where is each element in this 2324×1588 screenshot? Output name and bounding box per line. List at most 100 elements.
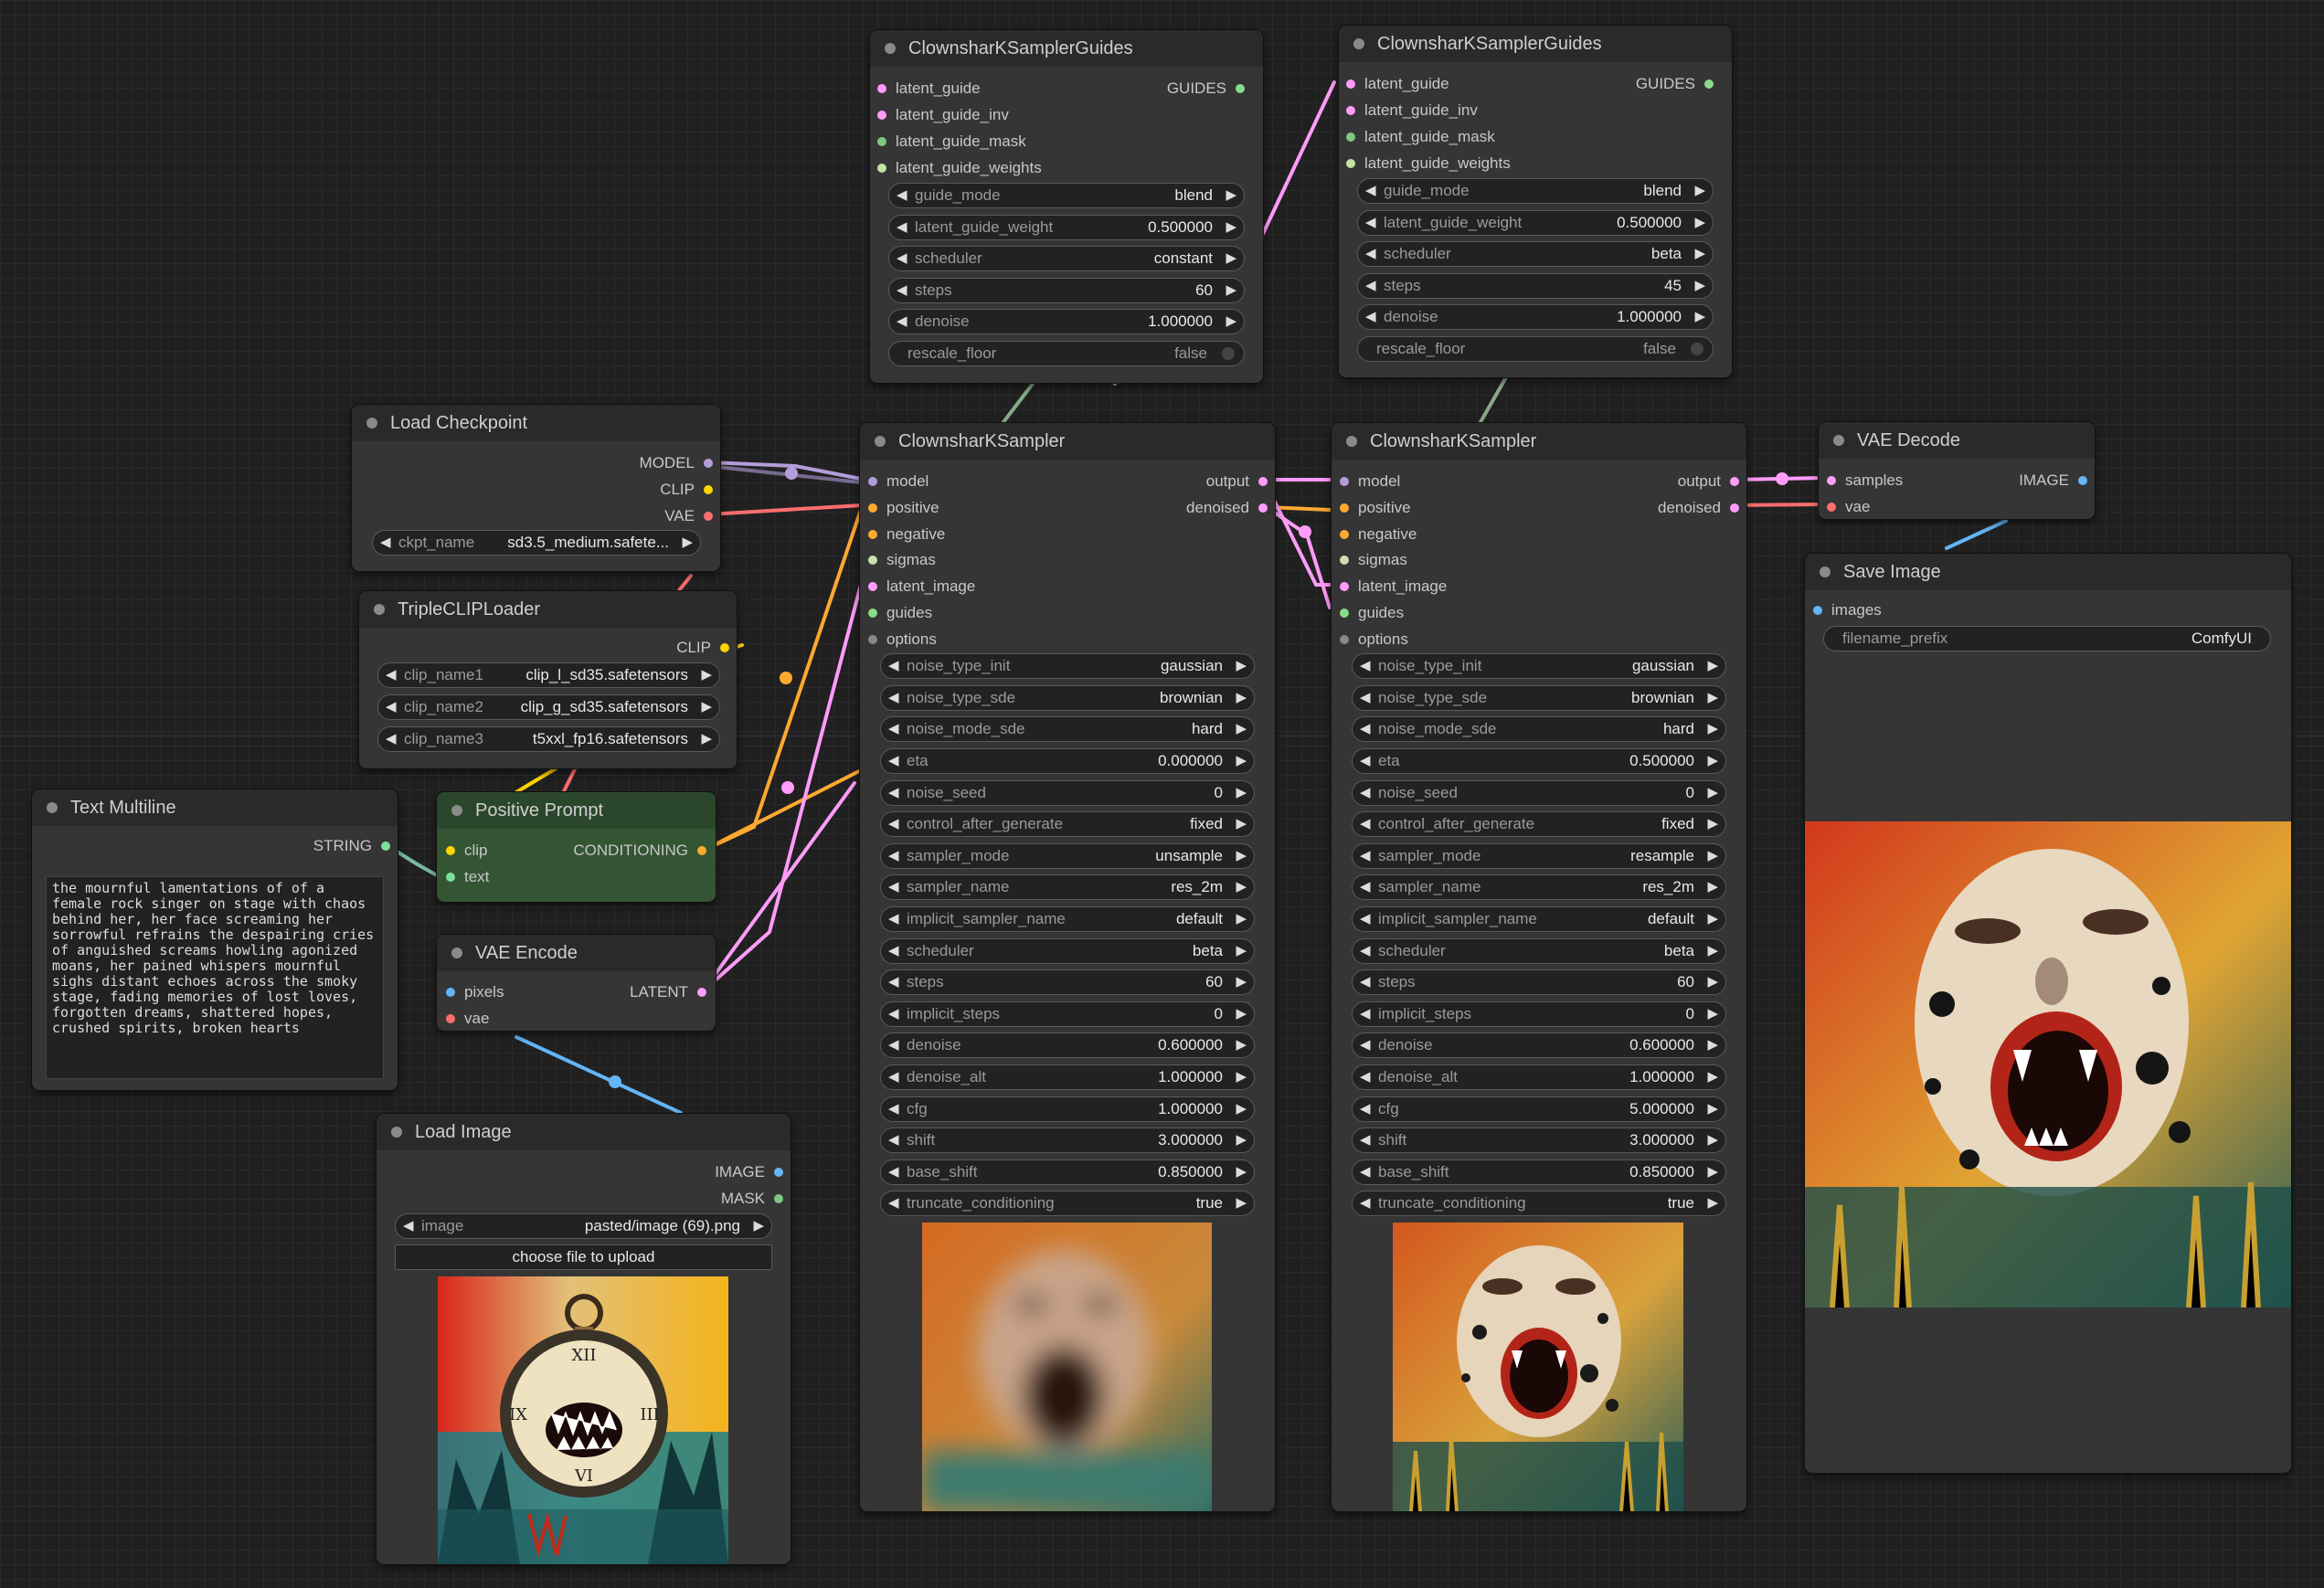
output-conditioning[interactable]: CONDITIONING: [573, 842, 706, 860]
socket-dot-icon[interactable]: [868, 609, 877, 618]
widget-ckpt-name[interactable]: ◀ ckpt_name sd3.5_medium.safete... ▶: [372, 530, 701, 556]
arrow-left-icon[interactable]: ◀: [386, 663, 397, 687]
output-image[interactable]: IMAGE: [715, 1163, 783, 1181]
arrow-right-icon[interactable]: ▶: [1236, 654, 1247, 678]
output-mask[interactable]: MASK: [721, 1190, 783, 1208]
widget-shift[interactable]: ◀ shift 3.000000 ▶: [880, 1127, 1255, 1153]
widget-implicit-steps[interactable]: ◀ implicit_steps 0 ▶: [1352, 1001, 1726, 1027]
node-sampler-guides-2[interactable]: ClownsharKSamplerGuides latent_guide lat…: [1339, 26, 1732, 377]
arrow-left-icon[interactable]: ◀: [888, 686, 899, 710]
arrow-right-icon[interactable]: ▶: [1236, 1191, 1247, 1215]
arrow-left-icon[interactable]: ◀: [1365, 242, 1376, 266]
arrow-left-icon[interactable]: ◀: [386, 727, 397, 751]
widget-noise-seed[interactable]: ◀ noise_seed 0 ▶: [1352, 780, 1726, 806]
widget-steps[interactable]: ◀ steps 60 ▶: [880, 969, 1255, 995]
collapse-dot-icon[interactable]: [47, 802, 58, 813]
arrow-left-icon[interactable]: ◀: [888, 1160, 899, 1184]
arrow-right-icon[interactable]: ▶: [1226, 216, 1236, 239]
socket-dot-icon[interactable]: [868, 635, 877, 644]
arrow-right-icon[interactable]: ▶: [1694, 274, 1705, 298]
widget-eta[interactable]: ◀ eta 0.000000 ▶: [880, 748, 1255, 774]
arrow-left-icon[interactable]: ◀: [888, 654, 899, 678]
widget-implicit-sampler-name[interactable]: ◀ implicit_sampler_name default ▶: [1352, 906, 1726, 932]
node-load-checkpoint[interactable]: Load Checkpoint MODEL CLIP VAE ◀ ckpt_nam…: [352, 405, 720, 571]
arrow-right-icon[interactable]: ▶: [1236, 1033, 1247, 1057]
arrow-right-icon[interactable]: ▶: [1236, 1002, 1247, 1026]
widget-denoise[interactable]: ◀ denoise 1.000000 ▶: [888, 309, 1245, 334]
arrow-right-icon[interactable]: ▶: [1236, 939, 1247, 963]
input-guides[interactable]: guides: [868, 604, 932, 622]
node-title[interactable]: Positive Prompt: [437, 792, 716, 829]
arrow-left-icon[interactable]: ◀: [888, 939, 899, 963]
input-latent-guide-weights[interactable]: latent_guide_weights: [1346, 154, 1511, 173]
node-triple-clip-loader[interactable]: TripleCLIPLoader CLIP ◀ clip_name1 clip_l_…: [359, 591, 737, 768]
arrow-left-icon[interactable]: ◀: [888, 1033, 899, 1057]
input-images[interactable]: images: [1813, 601, 1882, 619]
widget-noise-type-init[interactable]: ◀ noise_type_init gaussian ▶: [1352, 653, 1726, 679]
input-vae[interactable]: vae: [1827, 498, 1870, 516]
socket-dot-icon[interactable]: [868, 530, 877, 539]
input-latent-guide-weights[interactable]: latent_guide_weights: [877, 159, 1042, 177]
output-vae[interactable]: VAE: [664, 507, 713, 525]
collapse-dot-icon[interactable]: [1353, 38, 1364, 49]
output-guides[interactable]: GUIDES: [1636, 75, 1714, 93]
widget-denoise[interactable]: ◀ denoise 0.600000 ▶: [1352, 1032, 1726, 1058]
arrow-left-icon[interactable]: ◀: [1360, 686, 1371, 710]
arrow-right-icon[interactable]: ▶: [1707, 717, 1718, 741]
arrow-left-icon[interactable]: ◀: [1360, 1065, 1371, 1089]
arrow-right-icon[interactable]: ▶: [1707, 1160, 1718, 1184]
output-denoised[interactable]: denoised: [1186, 499, 1268, 517]
input-samples[interactable]: samples: [1827, 471, 1903, 490]
widget-steps[interactable]: ◀ steps 60 ▶: [1352, 969, 1726, 995]
arrow-right-icon[interactable]: ▶: [1236, 1065, 1247, 1089]
widget-truncate-conditioning[interactable]: ◀ truncate_conditioning true ▶: [880, 1191, 1255, 1216]
widget-sampler-name[interactable]: ◀ sampler_name res_2m ▶: [1352, 874, 1726, 900]
widget-noise-type-sde[interactable]: ◀ noise_type_sde brownian ▶: [880, 685, 1255, 711]
widget-latent-guide-weight[interactable]: ◀ latent_guide_weight 0.500000 ▶: [1357, 210, 1714, 236]
arrow-right-icon[interactable]: ▶: [1236, 1160, 1247, 1184]
input-latent-guide[interactable]: latent_guide: [1346, 75, 1449, 93]
socket-dot-icon[interactable]: [1730, 503, 1739, 513]
arrow-left-icon[interactable]: ◀: [888, 1097, 899, 1121]
widget-sampler-name[interactable]: ◀ sampler_name res_2m ▶: [880, 874, 1255, 900]
socket-dot-icon[interactable]: [877, 111, 886, 120]
widget-clip-name1[interactable]: ◀ clip_name1 clip_l_sd35.safetensors ▶: [377, 662, 720, 688]
collapse-dot-icon[interactable]: [391, 1127, 402, 1138]
node-title[interactable]: Text Multiline: [32, 789, 398, 826]
socket-dot-icon[interactable]: [1340, 477, 1349, 486]
arrow-right-icon[interactable]: ▶: [1707, 654, 1718, 678]
widget-base-shift[interactable]: ◀ base_shift 0.850000 ▶: [1352, 1159, 1726, 1185]
arrow-right-icon[interactable]: ▶: [1236, 844, 1247, 868]
arrow-right-icon[interactable]: ▶: [1707, 875, 1718, 899]
arrow-left-icon[interactable]: ◀: [1360, 907, 1371, 931]
arrow-right-icon[interactable]: ▶: [1707, 1033, 1718, 1057]
input-latent-image[interactable]: latent_image: [868, 577, 975, 596]
arrow-left-icon[interactable]: ◀: [888, 1002, 899, 1026]
arrow-left-icon[interactable]: ◀: [897, 310, 907, 333]
widget-implicit-steps[interactable]: ◀ implicit_steps 0 ▶: [880, 1001, 1255, 1027]
widget-sampler-mode[interactable]: ◀ sampler_mode resample ▶: [1352, 843, 1726, 869]
input-model[interactable]: model: [868, 472, 929, 491]
arrow-left-icon[interactable]: ◀: [1360, 939, 1371, 963]
node-vae-decode[interactable]: VAE Decode samples vae IMAGE: [1819, 422, 2095, 519]
arrow-left-icon[interactable]: ◀: [897, 247, 907, 270]
socket-dot-icon[interactable]: [868, 556, 877, 565]
socket-dot-icon[interactable]: [704, 485, 713, 494]
socket-dot-icon[interactable]: [1258, 503, 1268, 513]
collapse-dot-icon[interactable]: [451, 805, 462, 816]
socket-dot-icon[interactable]: [1340, 530, 1349, 539]
arrow-left-icon[interactable]: ◀: [1365, 305, 1376, 329]
input-vae[interactable]: vae: [446, 1010, 489, 1028]
arrow-left-icon[interactable]: ◀: [1360, 717, 1371, 741]
arrow-right-icon[interactable]: ▶: [1236, 1128, 1247, 1152]
socket-dot-icon[interactable]: [877, 164, 886, 173]
input-latent-guide-mask[interactable]: latent_guide_mask: [877, 132, 1026, 151]
arrow-right-icon[interactable]: ▶: [1236, 717, 1247, 741]
widget-truncate-conditioning[interactable]: ◀ truncate_conditioning true ▶: [1352, 1191, 1726, 1216]
socket-dot-icon[interactable]: [868, 477, 877, 486]
node-load-image[interactable]: Load Image IMAGE MASK ◀ image pasted/image…: [377, 1114, 791, 1564]
arrow-right-icon[interactable]: ▶: [1694, 305, 1705, 329]
arrow-right-icon[interactable]: ▶: [1694, 242, 1705, 266]
widget-steps[interactable]: ◀ steps 60 ▶: [888, 278, 1245, 303]
widget-eta[interactable]: ◀ eta 0.500000 ▶: [1352, 748, 1726, 774]
